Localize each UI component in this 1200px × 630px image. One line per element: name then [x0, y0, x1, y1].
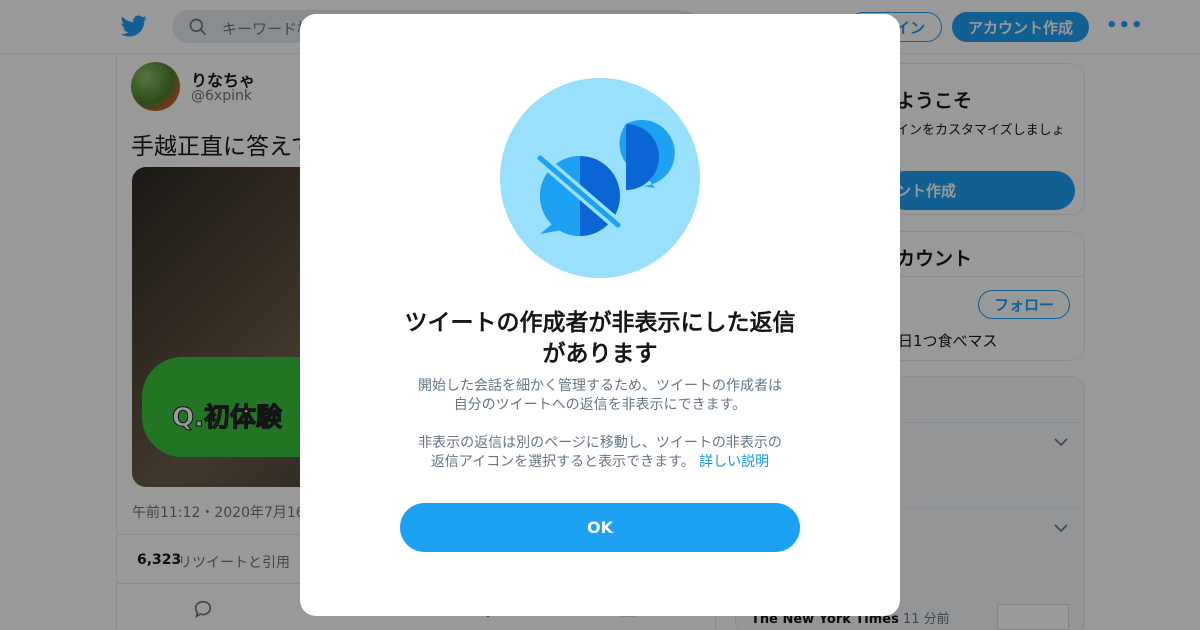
dialog-title: ツイートの作成者が非表示にした返信 があります [380, 308, 820, 370]
dialog-body: 開始した会話を細かく管理するため、ツイートの作成者は 自分のツイートへの返信を非… [370, 377, 830, 472]
learn-more-link[interactable]: 詳しい説明 [699, 454, 769, 470]
ok-button[interactable]: OK [400, 503, 800, 552]
hidden-replies-icon [500, 78, 700, 278]
dialog-paragraph-2: 非表示の返信は別のページに移動し、ツイートの非表示の 返信アイコンを選択すると表… [370, 434, 830, 472]
dialog-p1-line1: 開始した会話を細かく管理するため、ツイートの作成者は [418, 378, 782, 394]
dialog-p2-line2: 返信アイコンを選択すると表示できます。 [430, 454, 695, 470]
dialog-paragraph-1: 開始した会話を細かく管理するため、ツイートの作成者は 自分のツイートへの返信を非… [370, 377, 830, 415]
hidden-replies-dialog: ツイートの作成者が非表示にした返信 があります 開始した会話を細かく管理するため… [300, 14, 900, 616]
dialog-title-line1: ツイートの作成者が非表示にした返信 [404, 310, 796, 336]
dialog-p2-line1: 非表示の返信は別のページに移動し、ツイートの非表示の [418, 435, 782, 451]
dialog-title-line2: があります [542, 341, 658, 367]
dialog-p1-line2: 自分のツイートへの返信を非表示にできます。 [453, 397, 747, 413]
